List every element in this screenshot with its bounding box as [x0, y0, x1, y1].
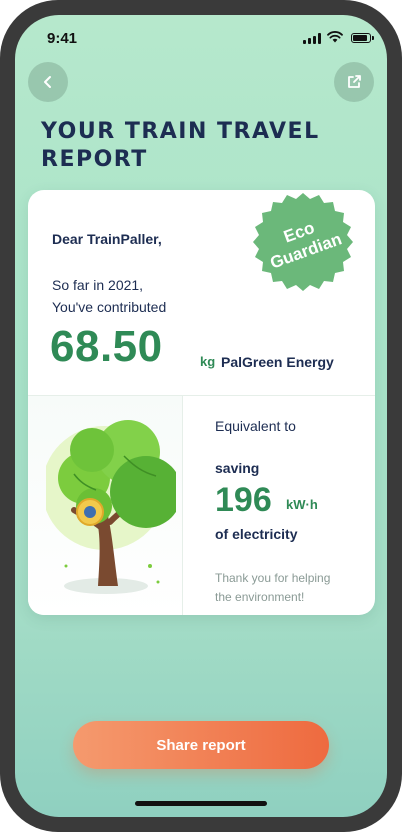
status-bar: 9:41 — [15, 15, 387, 61]
equivalent-label: Equivalent to — [215, 418, 296, 434]
thanks-line-2: the environment! — [215, 590, 305, 604]
so-far-text: So far in 2021, — [52, 277, 144, 293]
tree-illustration — [46, 420, 176, 594]
share-report-button[interactable]: Share report — [73, 721, 329, 769]
share-icon — [348, 75, 361, 88]
electricity-label: of electricity — [215, 526, 298, 542]
kwh-unit: kW·h — [286, 497, 318, 512]
saving-label: saving — [215, 460, 260, 476]
energy-label: PalGreen Energy — [221, 354, 334, 370]
kwh-value: 196 — [215, 481, 272, 519]
contributed-text: You've contributed — [52, 299, 167, 315]
page-title: YOUR TRAIN TRAVEL REPORT — [41, 119, 320, 172]
energy-amount-unit: kg — [200, 354, 216, 369]
screen: 9:41 YOUR TRAIN TRAVEL REPORT Dear Train… — [15, 15, 387, 817]
phone-frame: 9:41 YOUR TRAIN TRAVEL REPORT Dear Train… — [0, 0, 402, 832]
share-button[interactable] — [334, 62, 374, 102]
thanks-message: Thank you for helping the environment! — [215, 569, 365, 607]
eco-guardian-badge: Eco Guardian — [253, 193, 353, 291]
energy-amount: 68.50 — [50, 322, 163, 371]
thanks-line-1: Thank you for helping — [215, 571, 331, 585]
battery-icon — [351, 33, 374, 43]
chevron-left-icon — [44, 76, 51, 88]
home-indicator — [135, 801, 267, 806]
contribution-intro: So far in 2021, You've contributed — [52, 274, 166, 318]
wifi-icon — [327, 31, 343, 43]
cellular-signal-icon — [303, 33, 321, 44]
status-time: 9:41 — [47, 30, 78, 47]
back-button[interactable] — [28, 62, 68, 102]
card-divider-vertical — [182, 395, 183, 615]
greeting-text: Dear TrainPaller, — [52, 231, 162, 247]
